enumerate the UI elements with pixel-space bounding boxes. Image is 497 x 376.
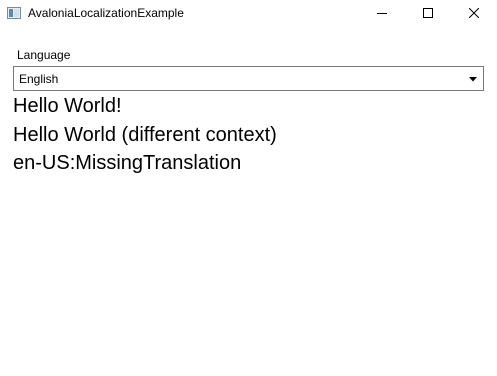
maximize-button[interactable] (405, 0, 451, 26)
close-icon (469, 8, 479, 18)
hello-world-text: Hello World! (13, 95, 122, 117)
minimize-button[interactable] (359, 0, 405, 26)
main-content: Language English Hello World! Hello Worl… (0, 26, 497, 376)
app-window-icon[interactable] (7, 7, 21, 19)
maximize-icon (423, 8, 433, 18)
dropdown-arrow-icon (469, 77, 477, 82)
language-label: Language (17, 48, 71, 62)
window-title: AvaloniaLocalizationExample (28, 6, 184, 20)
close-button[interactable] (451, 0, 497, 26)
app-window: AvaloniaLocalizationExample Language Eng… (0, 0, 497, 376)
hello-world-context-text: Hello World (different context) (13, 124, 277, 146)
title-bar[interactable]: AvaloniaLocalizationExample (0, 0, 497, 26)
language-selected-value: English (19, 72, 59, 86)
language-combobox[interactable]: English (13, 66, 484, 91)
missing-translation-text: en-US:MissingTranslation (13, 152, 242, 174)
minimize-icon (377, 13, 387, 14)
